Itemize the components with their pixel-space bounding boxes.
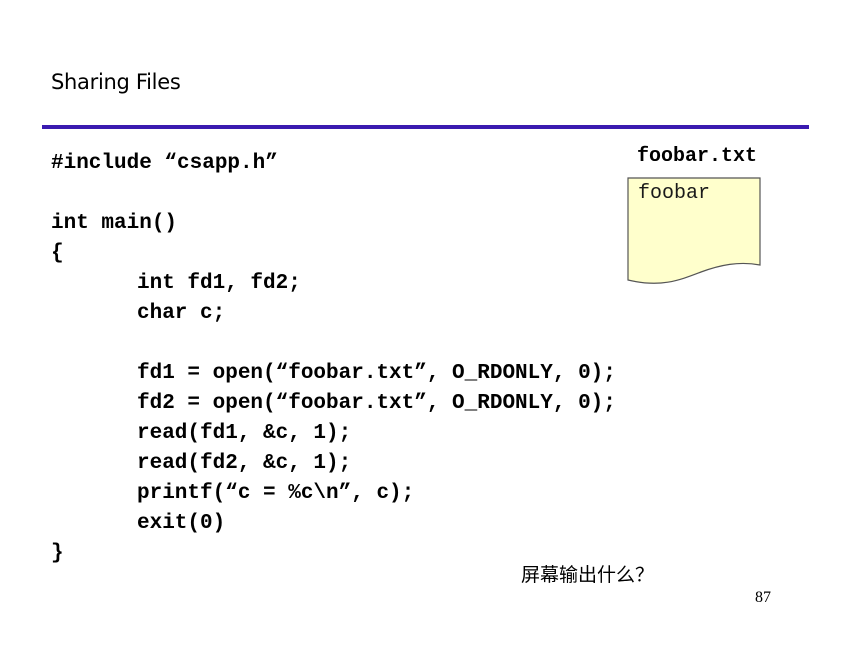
- code-line-open-fd2: fd2 = open(“foobar.txt”, O_RDONLY, 0);: [137, 392, 616, 415]
- code-line-decl-c: char c;: [137, 302, 226, 325]
- code-line-open-fd1: fd1 = open(“foobar.txt”, O_RDONLY, 0);: [137, 362, 616, 385]
- code-line-open-brace: {: [51, 242, 64, 265]
- slide-title: Sharing Files: [51, 70, 181, 94]
- file-content-text: foobar: [638, 182, 711, 205]
- code-line-read-fd2: read(fd2, &c, 1);: [137, 452, 352, 475]
- file-name-label: foobar.txt: [637, 145, 758, 168]
- title-divider: [42, 125, 809, 129]
- code-line-exit: exit(0): [137, 512, 226, 535]
- code-line-main: int main(): [51, 212, 178, 235]
- code-line-include: #include “csapp.h”: [51, 152, 278, 175]
- code-line-decl-fd: int fd1, fd2;: [137, 272, 301, 295]
- code-line-read-fd1: read(fd1, &c, 1);: [137, 422, 352, 445]
- question-text: 屏幕输出什么？: [521, 564, 655, 586]
- code-listing: #include “csapp.h” int main() { int fd1,…: [51, 149, 616, 569]
- page-number: 87: [755, 589, 771, 606]
- code-line-printf: printf(“c = %c\n”, c);: [137, 482, 415, 505]
